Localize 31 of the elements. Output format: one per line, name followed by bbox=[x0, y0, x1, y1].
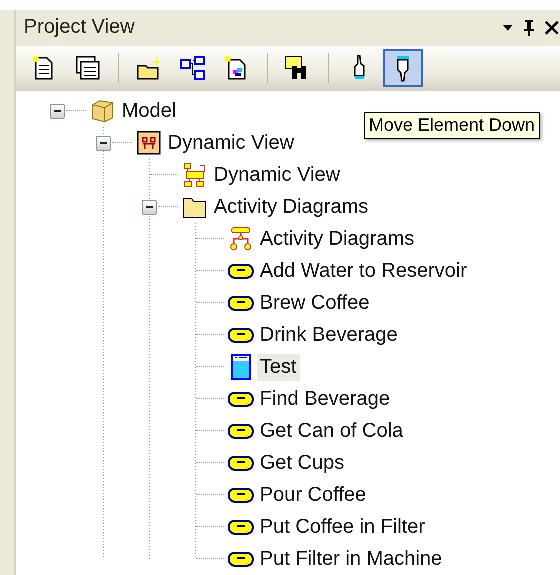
tree-item[interactable]: Model bbox=[119, 98, 180, 124]
tree-item[interactable]: Dynamic View bbox=[165, 130, 298, 156]
tree-item[interactable]: Activity Diagrams bbox=[211, 194, 372, 220]
toolbar-button[interactable] bbox=[383, 49, 423, 88]
collapse-toggle[interactable] bbox=[142, 200, 157, 214]
dropdown-icon[interactable] bbox=[502, 24, 514, 32]
tree-item[interactable]: Dynamic View bbox=[211, 162, 344, 188]
tree-item[interactable]: Pour Coffee bbox=[257, 482, 370, 508]
activity-diagram-icon bbox=[228, 226, 254, 252]
view-icon bbox=[136, 130, 162, 156]
tree-item[interactable]: Get Can of Cola bbox=[257, 418, 406, 444]
collapse-toggle[interactable] bbox=[50, 104, 65, 118]
tree-item[interactable]: Brew Coffee bbox=[257, 290, 373, 316]
close-icon[interactable] bbox=[544, 20, 560, 36]
tree-item[interactable]: Get Cups bbox=[257, 450, 348, 476]
panel-title: Project View bbox=[24, 16, 136, 40]
pin-icon[interactable] bbox=[522, 18, 536, 37]
collapse-toggle[interactable] bbox=[96, 136, 111, 150]
tree-item[interactable]: Test bbox=[257, 354, 300, 380]
tree-item[interactable]: Find Beverage bbox=[257, 386, 394, 412]
screen-icon bbox=[228, 354, 254, 380]
tree-item[interactable]: Put Filter in Machine bbox=[257, 546, 446, 572]
tree-item[interactable]: Add Water to Reservoir bbox=[257, 258, 470, 284]
tooltip: Move Element Down bbox=[364, 112, 540, 139]
diagram-icon bbox=[182, 162, 208, 188]
diagram-icon bbox=[179, 54, 207, 82]
tree-item[interactable]: Drink Beverage bbox=[257, 322, 401, 348]
tree-item[interactable]: Put Coffee in Filter bbox=[257, 514, 428, 540]
tree-item[interactable]: Activity Diagrams bbox=[257, 226, 418, 252]
package-icon bbox=[90, 98, 116, 124]
windows-icon bbox=[74, 54, 102, 82]
